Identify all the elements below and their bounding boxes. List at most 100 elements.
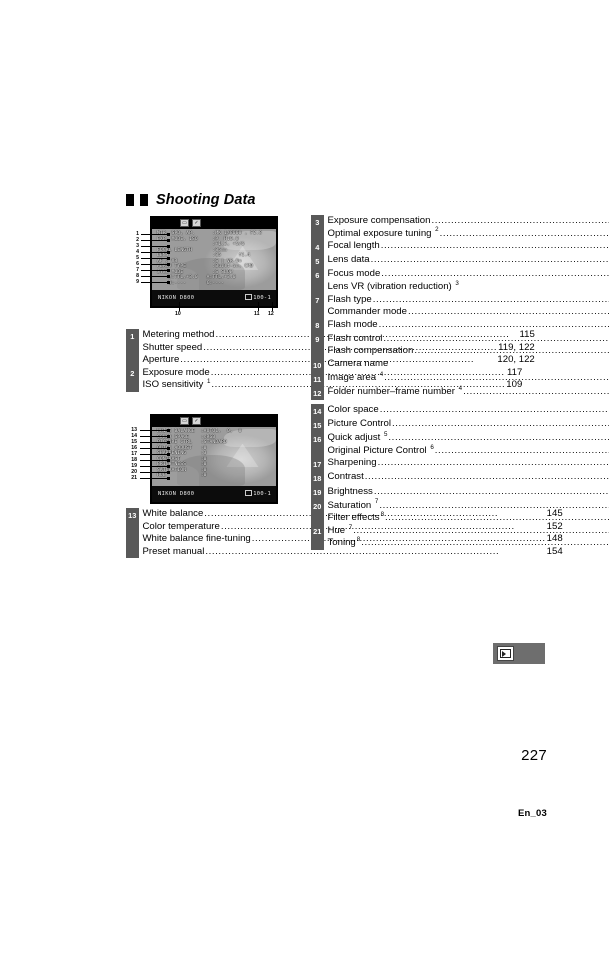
index-entry[interactable]: Flash control...........................… (328, 333, 609, 346)
index-entry[interactable]: Flash mode..............................… (328, 319, 609, 332)
index-table-left-bottom: 13 White balance.........................… (126, 508, 563, 559)
index-entry[interactable]: Quick adjust 5..........................… (328, 431, 609, 445)
protect-icon: ✓ (192, 219, 201, 227)
index-entry[interactable]: Focal length............................… (328, 240, 609, 253)
index-number-badge: 11 (311, 372, 324, 387)
index-entry-label: White balance (142, 508, 204, 519)
index-entry-label: Saturation 7 (327, 498, 379, 511)
index-entry-footnote-marker: 3 (455, 279, 459, 287)
index-entry[interactable]: Filter effects8.........................… (328, 511, 609, 525)
index-rows: Contrast................................… (324, 471, 609, 485)
index-entry-label: Picture Control (327, 418, 391, 430)
index-rows: Lens data...............................… (324, 254, 609, 268)
index-rows: Focal length............................… (324, 240, 609, 254)
index-group: 9 Flash control..........................… (311, 332, 609, 359)
callout-12: 12 (268, 311, 274, 317)
index-group: 1 Metering method........................… (126, 329, 535, 367)
index-entry[interactable]: Picture Control.........................… (328, 418, 609, 431)
callout-dot-8 (167, 275, 170, 278)
index-entry-label: Folder number–frame number 4 (327, 385, 463, 398)
callout-dot-4 (167, 251, 170, 254)
index-entry-label: Metering method (142, 329, 215, 340)
index-leader-dots: ........................................… (388, 432, 609, 444)
index-entry[interactable]: Sharpening..............................… (328, 457, 609, 470)
callout-line-15 (140, 442, 168, 443)
index-entry[interactable]: Focus mode .............................… (328, 268, 609, 281)
page-title: Shooting Data (156, 192, 256, 208)
callout-dot-7 (167, 269, 170, 272)
lcd-shooting-data-text-2: WHITE BALANCE :AUTO1, 0, 0 COLOR SPACE :… (157, 429, 242, 479)
index-entry-label: Focal length (327, 240, 380, 252)
callout-dot-18 (167, 459, 170, 462)
callout-dot-9 (167, 281, 170, 284)
index-entry[interactable]: Contrast................................… (328, 471, 609, 484)
index-entry-label: Image area 4 (327, 370, 384, 384)
index-entry[interactable]: Optimal exposure tuning 2...............… (328, 226, 609, 241)
index-leader-dots: ........................................… (361, 537, 609, 549)
index-entry[interactable]: Commander mode..........................… (328, 306, 609, 319)
index-entry[interactable]: Flash type..............................… (328, 294, 609, 307)
index-rows: Flash control...........................… (324, 333, 609, 358)
index-entry-footnote-marker: 2 (435, 226, 439, 234)
index-entry[interactable]: Brightness..............................… (328, 486, 609, 499)
callout-line-8 (141, 276, 168, 277)
index-entry[interactable]: Saturation 7............................… (327, 498, 609, 513)
chapter-tab-playback[interactable] (493, 643, 545, 664)
index-entry-footnote-marker: 5 (383, 431, 388, 438)
index-number-badge: 2 (126, 366, 139, 392)
callout-dot-14 (167, 435, 170, 438)
callout-line-12 (272, 302, 273, 311)
index-entry-label: White balance fine-tuning (142, 533, 251, 545)
index-leader-dots: ........................................… (463, 386, 609, 398)
index-entry-label: Focus mode (327, 268, 381, 280)
index-entry-footnote-marker: 1 (206, 378, 211, 386)
index-entry[interactable]: Color space ............................… (328, 404, 609, 417)
index-leader-dots: ........................................… (380, 240, 609, 252)
index-entry[interactable]: Original Picture Control 6..............… (328, 444, 609, 458)
index-rows: Image area 4............................… (324, 370, 609, 386)
camera-lcd-display-1: ▭ ✓ MTR, SPD, AP. :MK 1/8000 , F2.8 EXP.… (150, 216, 278, 308)
index-rows: Sharpening..............................… (324, 457, 609, 471)
callout-line-13 (140, 430, 168, 431)
callout-line-16 (140, 448, 168, 449)
index-entry[interactable]: Lens VR (vibration reduction) 3.........… (327, 279, 609, 294)
index-entry-label: Commander mode (327, 306, 407, 318)
index-entry[interactable]: Exposure compensation...................… (328, 215, 609, 228)
callout-dot-21 (167, 477, 170, 480)
index-entry[interactable]: Toning8.................................… (328, 537, 609, 550)
index-group: 2 Exposure mode..........................… (126, 366, 522, 392)
index-group: 21 Hue 7.................................… (311, 524, 609, 551)
index-table-right-bottom: 14 Color space ..........................… (311, 404, 609, 551)
index-entry[interactable]: Image area 4............................… (327, 370, 609, 385)
index-rows: Color space ............................… (324, 404, 609, 418)
index-leader-dots: ........................................… (364, 471, 609, 483)
index-number-badge: 18 (311, 471, 324, 486)
index-entry-label: Flash type (327, 293, 372, 305)
callout-line-20 (140, 472, 168, 473)
index-entry-label: Lens VR (vibration reduction) 3 (327, 279, 459, 292)
index-leader-dots: ........................................… (414, 345, 609, 357)
index-number-badge: 3 (311, 215, 324, 241)
index-rows: Flash type..............................… (324, 294, 609, 319)
index-leader-dots: ........................................… (439, 227, 609, 239)
index-group: 12 Folder number–frame number 4..........… (311, 385, 609, 401)
index-number-badge: 7 (311, 293, 324, 319)
lcd-status-bar-1: ▭ ✓ (152, 218, 276, 229)
index-entry[interactable]: Folder number–frame number 4............… (327, 385, 609, 399)
callout-line-17 (140, 454, 168, 455)
index-table-left-top: 1 Metering method........................… (126, 329, 535, 392)
index-entry-footnote-marker: 7 (348, 523, 353, 531)
index-entry[interactable]: Flash compensation .....................… (328, 345, 609, 358)
index-entry-footnote-marker: 8 (380, 511, 385, 519)
index-group: 16 Quick adjust 5........................… (311, 431, 609, 458)
index-entry[interactable]: Camera name.............................… (328, 358, 609, 371)
index-leader-dots: ........................................… (381, 268, 609, 280)
callout-line-14 (140, 436, 168, 437)
callout-line-6 (141, 264, 168, 265)
index-entry[interactable]: Hue 7...................................… (328, 523, 609, 538)
index-rows: Exposure compensation...................… (324, 215, 609, 240)
lcd-camera-name-2: NIKON D800 (158, 491, 195, 497)
index-entry[interactable]: Lens data...............................… (328, 254, 609, 267)
index-number-badge: 12 (311, 386, 324, 401)
index-entry-label: Flash compensation (327, 345, 414, 357)
